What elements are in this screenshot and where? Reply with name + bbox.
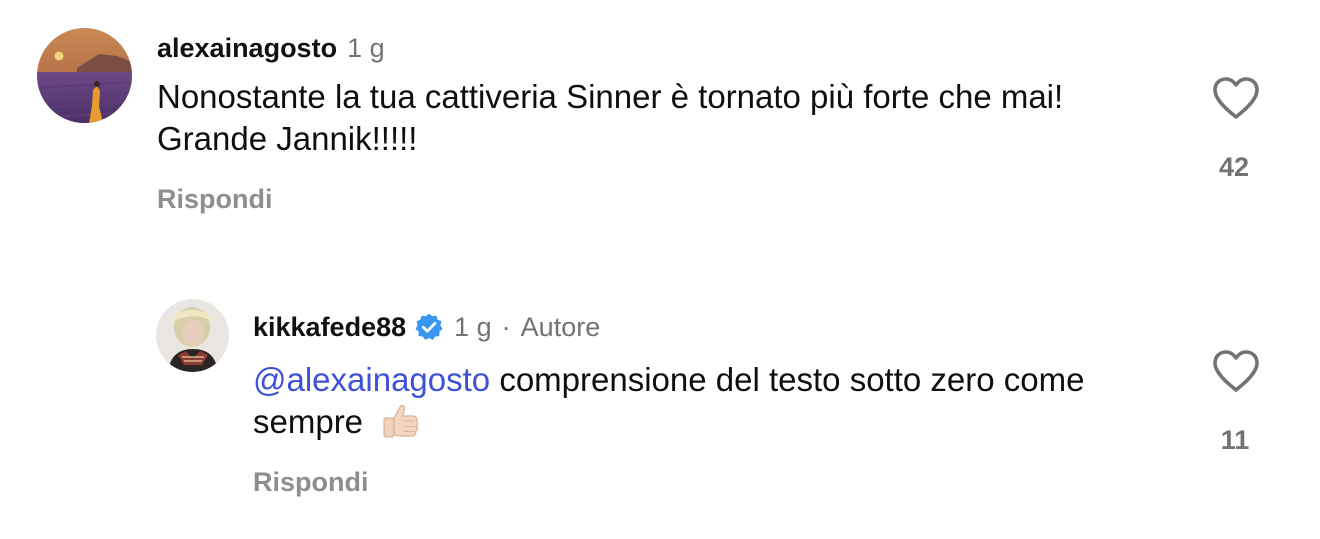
comment-text: Nonostante la tua cattiveria Sinner è to… [157, 76, 1177, 160]
separator-dot: · [501, 312, 511, 342]
author-label: Autore [520, 312, 601, 342]
like-count: 11 [1220, 425, 1250, 455]
mention-link[interactable]: @alexainagosto [253, 361, 490, 398]
avatar-image [37, 28, 132, 123]
timestamp: 1 g [347, 33, 385, 63]
like-count: 42 [1218, 152, 1250, 182]
verified-badge-icon [414, 312, 444, 342]
avatar[interactable] [37, 28, 132, 123]
timestamp: 1 g [454, 312, 492, 342]
heart-icon [1213, 77, 1259, 119]
comment-header: kikkafede88 1 g · Autore [253, 311, 600, 343]
comment-text: @alexainagosto comprensione del testo so… [253, 359, 1173, 443]
like-button[interactable] [1211, 75, 1261, 121]
reply-button[interactable]: Rispondi [157, 183, 273, 215]
heart-icon [1213, 350, 1259, 392]
reply-button[interactable]: Rispondi [253, 466, 369, 498]
comment-body: Nonostante la tua cattiveria Sinner è to… [157, 78, 1064, 157]
username[interactable]: alexainagosto [157, 32, 337, 64]
avatar[interactable] [156, 299, 229, 372]
like-button[interactable] [1211, 348, 1261, 394]
avatar-image [156, 299, 229, 372]
comment-header: alexainagosto 1 g [157, 32, 385, 64]
thumbs-up-icon [380, 401, 420, 443]
username[interactable]: kikkafede88 [253, 311, 406, 343]
